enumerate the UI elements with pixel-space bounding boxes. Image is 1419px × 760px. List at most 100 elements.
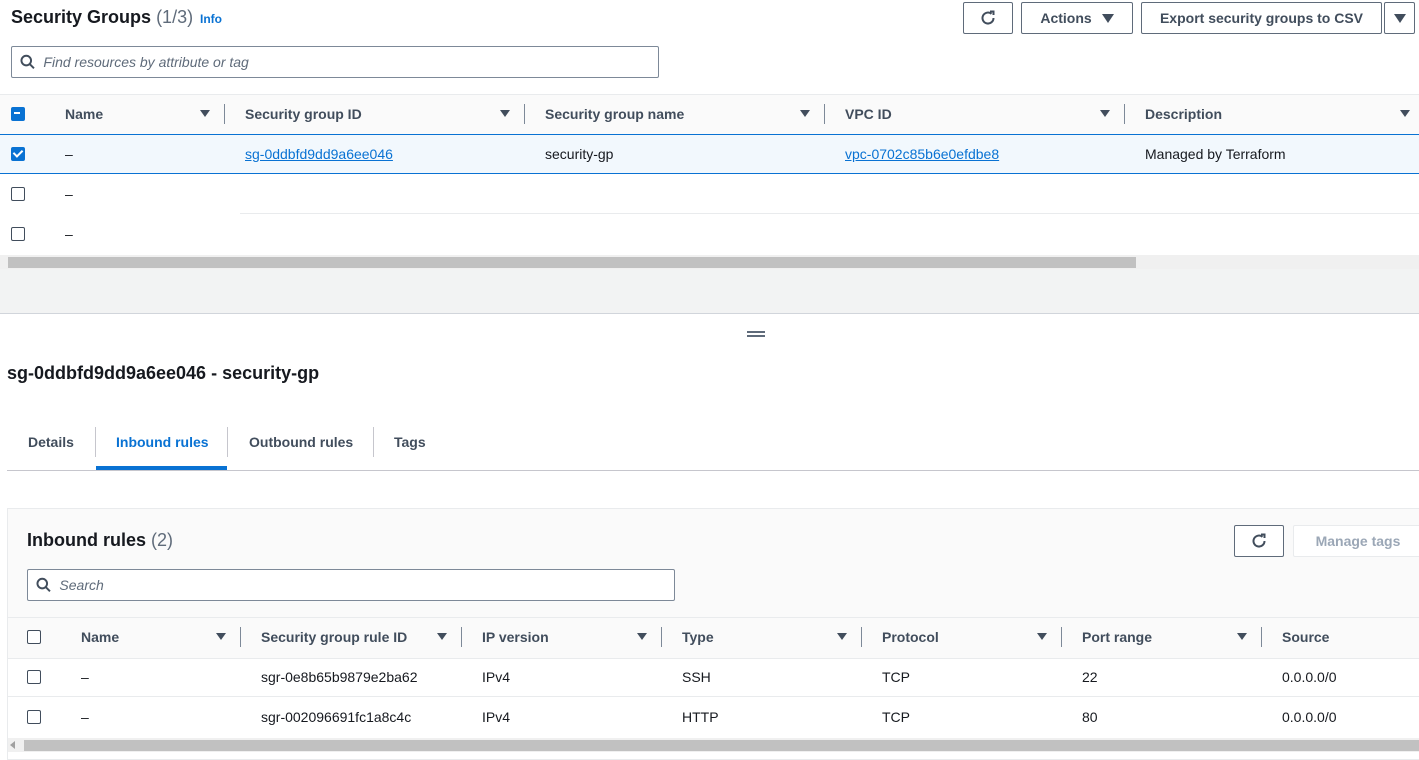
scroll-left-arrow-icon[interactable] <box>10 741 15 749</box>
refresh-button[interactable] <box>963 2 1013 34</box>
inbound-count: (2) <box>151 530 174 550</box>
rule-type: SSH <box>682 669 711 685</box>
column-separator[interactable] <box>1261 627 1262 647</box>
row-checkbox[interactable] <box>11 187 25 201</box>
page-title: Security Groups (1/3) <box>11 7 193 28</box>
caret-down-icon <box>1393 13 1406 23</box>
row-name: – <box>65 226 73 242</box>
column-separator[interactable] <box>824 104 825 124</box>
column-header-description[interactable]: Description <box>1145 106 1222 122</box>
inbound-col-ip-version[interactable]: IP version <box>482 629 549 645</box>
rule-port-range: 80 <box>1082 709 1098 725</box>
refresh-icon <box>981 10 995 25</box>
column-header-vpc-id[interactable]: VPC ID <box>845 106 892 122</box>
title-text: Security Groups <box>11 7 152 27</box>
rule-port-range: 22 <box>1082 669 1098 685</box>
search-icon <box>20 54 35 69</box>
tab-separator <box>373 427 374 457</box>
sort-icon[interactable] <box>1237 633 1247 640</box>
info-link[interactable]: Info <box>200 12 222 26</box>
sort-icon[interactable] <box>1100 110 1110 117</box>
sort-icon[interactable] <box>1037 633 1047 640</box>
rule-protocol: TCP <box>882 709 910 725</box>
sort-icon[interactable] <box>800 110 810 117</box>
export-csv-button[interactable]: Export security groups to CSV <box>1141 2 1382 34</box>
row-checkbox[interactable] <box>27 710 41 724</box>
rule-source: 0.0.0.0/0 <box>1282 709 1337 725</box>
sg-name: security-gp <box>545 146 614 162</box>
sort-icon[interactable] <box>500 110 510 117</box>
column-header-sg-name[interactable]: Security group name <box>545 106 684 122</box>
sort-icon[interactable] <box>200 110 210 117</box>
refresh-icon <box>1252 533 1266 548</box>
inbound-search-field[interactable] <box>27 569 675 601</box>
tab-separator <box>227 427 228 457</box>
inbound-col-port-range[interactable]: Port range <box>1082 629 1152 645</box>
inbound-col-source[interactable]: Source <box>1282 629 1329 645</box>
table-row[interactable] <box>8 658 1419 697</box>
column-separator[interactable] <box>661 627 662 647</box>
actions-button[interactable]: Actions <box>1021 2 1133 34</box>
column-separator[interactable] <box>240 627 241 647</box>
rule-ip-version: IPv4 <box>482 709 511 725</box>
sg-id-link[interactable]: sg-0ddbfd9dd9a6ee046 <box>245 146 393 162</box>
filter-search-input[interactable] <box>43 54 658 70</box>
row-checkbox[interactable] <box>11 227 25 241</box>
select-all-checkbox[interactable] <box>11 107 25 121</box>
inbound-title-text: Inbound rules <box>27 530 146 550</box>
rule-ip-version: IPv4 <box>482 669 511 685</box>
inbound-search-input[interactable] <box>59 577 674 593</box>
sort-icon[interactable] <box>637 633 647 640</box>
row-checkbox[interactable] <box>27 670 41 684</box>
rule-name: – <box>81 669 89 685</box>
inbound-col-rule-id[interactable]: Security group rule ID <box>261 629 407 645</box>
inbound-col-protocol[interactable]: Protocol <box>882 629 939 645</box>
table-row[interactable] <box>0 174 1419 213</box>
inbound-select-all-checkbox[interactable] <box>27 630 41 644</box>
column-separator[interactable] <box>224 104 225 124</box>
column-header-sg-id[interactable]: Security group ID <box>245 106 362 122</box>
caret-down-icon <box>1101 13 1114 23</box>
drag-handle-icon[interactable] <box>747 331 765 337</box>
column-header-name[interactable]: Name <box>65 106 103 122</box>
detail-title: sg-0ddbfd9dd9a6ee046 - security-gp <box>7 363 320 383</box>
row-name: – <box>65 186 73 202</box>
tab-details[interactable]: Details <box>28 434 74 450</box>
column-separator[interactable] <box>1061 627 1062 647</box>
tab-inbound-rules[interactable]: Inbound rules <box>116 434 209 450</box>
sort-icon[interactable] <box>216 633 226 640</box>
tab-tags[interactable]: Tags <box>394 434 426 450</box>
inbound-scrollbar-thumb[interactable] <box>24 740 1419 751</box>
filter-search-field[interactable] <box>11 46 659 78</box>
vpc-id-link[interactable]: vpc-0702c85b6e0efdbe8 <box>845 146 999 162</box>
column-separator[interactable] <box>461 627 462 647</box>
rule-id: sgr-002096691fc1a8c4c <box>261 709 412 725</box>
export-dropdown-button[interactable] <box>1384 2 1415 34</box>
sort-icon[interactable] <box>1400 110 1410 117</box>
column-separator[interactable] <box>524 104 525 124</box>
sg-description: Managed by Terraform <box>1145 146 1286 162</box>
rule-id: sgr-0e8b65b9879e2ba62 <box>261 669 418 685</box>
table-row[interactable] <box>0 214 1419 253</box>
search-icon <box>36 577 51 592</box>
inbound-refresh-button[interactable] <box>1234 525 1284 557</box>
actions-label: Actions <box>1040 10 1092 26</box>
column-separator[interactable] <box>861 627 862 647</box>
row-checkbox[interactable] <box>11 147 25 161</box>
column-separator[interactable] <box>1124 104 1125 124</box>
inbound-col-name[interactable]: Name <box>81 629 119 645</box>
inbound-rules-title: Inbound rules (2) <box>27 530 173 551</box>
rule-name: – <box>81 709 89 725</box>
manage-tags-label: Manage tags <box>1315 533 1401 549</box>
inbound-col-type[interactable]: Type <box>682 629 714 645</box>
rule-source: 0.0.0.0/0 <box>1282 669 1337 685</box>
horizontal-scrollbar-thumb[interactable] <box>8 257 1136 268</box>
row-name: – <box>65 146 73 162</box>
export-label: Export security groups to CSV <box>1159 10 1364 26</box>
manage-tags-button[interactable]: Manage tags <box>1293 525 1419 557</box>
sort-icon[interactable] <box>837 633 847 640</box>
sort-icon[interactable] <box>437 633 447 640</box>
tab-outbound-rules[interactable]: Outbound rules <box>249 434 353 450</box>
rule-type: HTTP <box>682 709 719 725</box>
selection-count: (1/3) <box>156 7 194 27</box>
